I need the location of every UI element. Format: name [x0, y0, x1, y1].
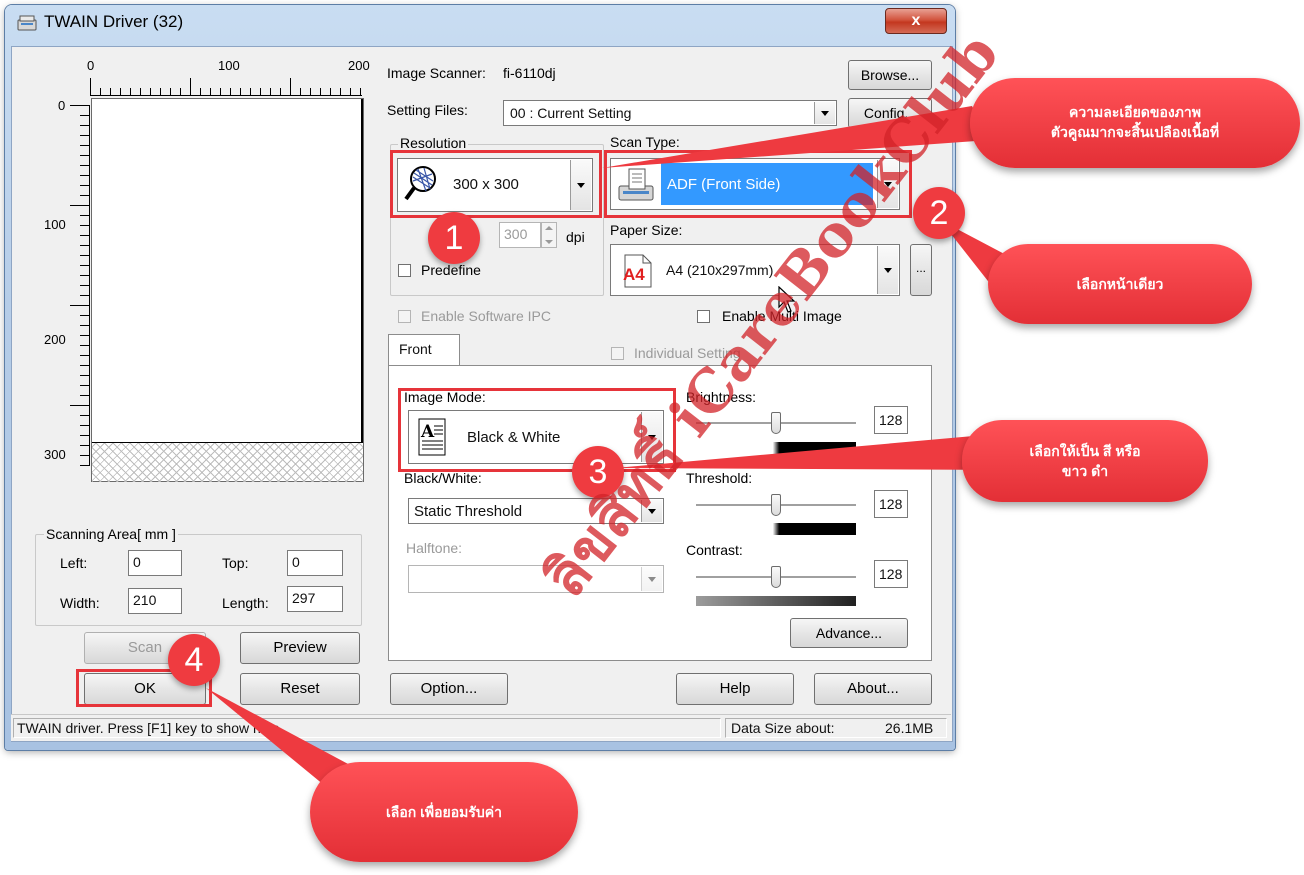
callout-ok-text: เลือก เพื่อยอมรับค่า	[385, 804, 503, 820]
callout-ok: เลือก เพื่อยอมรับค่า	[310, 762, 578, 862]
callout-color-mode: เลือกให้เป็น สี หรือ ขาว ดำ	[962, 420, 1208, 502]
callout-single-side-text: เลือกหน้าเดียว	[1076, 276, 1164, 292]
step-badge-1: 1	[428, 212, 480, 264]
callout-single-side: เลือกหน้าเดียว	[988, 244, 1252, 324]
callout-resolution: ความละเอียดของภาพ ตัวคูณมากจะสิ้นเปลืองเ…	[970, 78, 1300, 168]
step-badge-4: 4	[168, 634, 220, 686]
callout-resolution-text: ความละเอียดของภาพ ตัวคูณมากจะสิ้นเปลืองเ…	[1050, 104, 1220, 140]
callout-color-mode-text: เลือกให้เป็น สี หรือ ขาว ดำ	[1029, 443, 1141, 479]
